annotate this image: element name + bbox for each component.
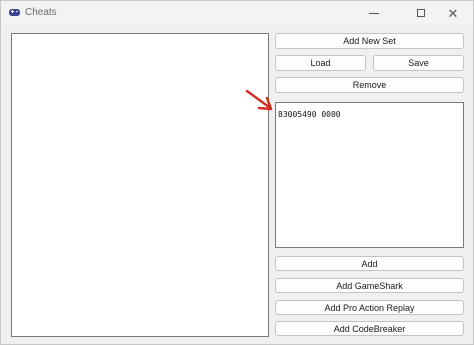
title-bar[interactable]: Cheats ✕ [1, 1, 473, 25]
maximize-icon [417, 9, 425, 17]
cheats-window: Cheats ✕ Add New Set Load Save Remove 83… [0, 0, 474, 345]
close-icon: ✕ [447, 5, 459, 21]
cheat-list[interactable] [11, 33, 269, 337]
window-title: Cheats [25, 7, 57, 18]
add-pro-action-replay-button[interactable]: Add Pro Action Replay [275, 300, 464, 315]
add-gameshark-button[interactable]: Add GameShark [275, 278, 464, 293]
minimize-icon [369, 12, 379, 14]
remove-button[interactable]: Remove [275, 77, 464, 93]
gamepad-icon [9, 9, 20, 16]
save-button[interactable]: Save [373, 55, 464, 71]
add-new-set-button[interactable]: Add New Set [275, 33, 464, 49]
minimize-button[interactable] [354, 1, 394, 25]
load-button[interactable]: Load [275, 55, 366, 71]
red-arrow-icon [245, 89, 273, 111]
cheat-code-input[interactable]: 83005490 0000 [275, 102, 464, 248]
add-button[interactable]: Add [275, 256, 464, 271]
add-codebreaker-button[interactable]: Add CodeBreaker [275, 321, 464, 336]
close-button[interactable]: ✕ [433, 1, 473, 25]
